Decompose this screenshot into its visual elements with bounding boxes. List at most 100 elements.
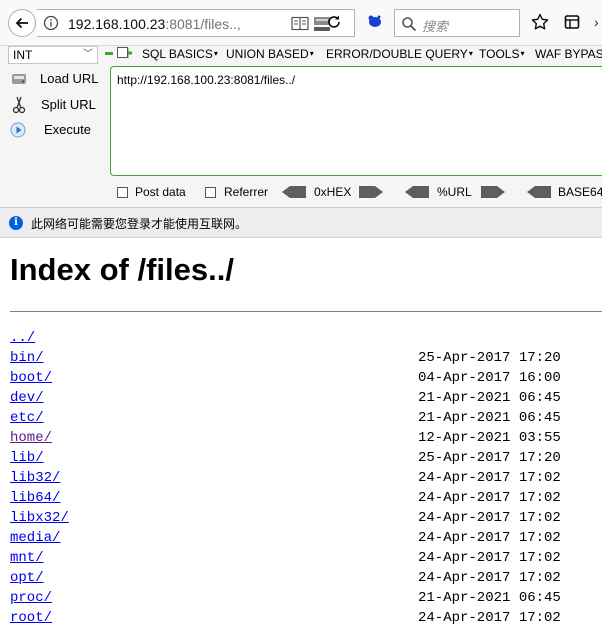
library-icon[interactable]: [564, 14, 580, 30]
int-select[interactable]: INT ﹀: [8, 46, 98, 64]
modified-date: 21-Apr-2021 06:45: [418, 590, 561, 606]
list-item: home/12-Apr-2021 03:55: [10, 430, 602, 450]
base64-label: BASE64: [558, 185, 602, 199]
url-text[interactable]: 192.168.100.23:8081/files..,: [68, 16, 241, 32]
modified-date: 24-Apr-2017 17:02: [418, 510, 561, 526]
list-item: proc/21-Apr-2021 06:45: [10, 590, 602, 610]
list-item: root/24-Apr-2017 17:02: [10, 610, 602, 630]
directory-link[interactable]: boot/: [10, 370, 52, 386]
url-bar[interactable]: 192.168.100.23:8081/files..,: [37, 9, 355, 37]
list-item: lib64/24-Apr-2017 17:02: [10, 490, 602, 510]
play-icon: [10, 122, 26, 138]
directory-link[interactable]: etc/: [10, 410, 44, 426]
search-box[interactable]: 搜索: [394, 9, 520, 37]
directory-link[interactable]: lib32/: [10, 470, 60, 486]
post-data-checkbox-box[interactable]: [117, 187, 128, 198]
menu-tools[interactable]: TOOLS▾: [479, 47, 524, 61]
directory-link[interactable]: ../: [10, 330, 35, 346]
page-title: Index of /files../: [10, 252, 234, 287]
reader-view-icon[interactable]: [291, 16, 309, 31]
reload-icon[interactable]: [326, 14, 342, 30]
list-item: dev/21-Apr-2021 06:45: [10, 390, 602, 410]
menu-error-double-query[interactable]: ERROR/DOUBLE QUERY▾: [326, 47, 473, 61]
bookmark-star-icon[interactable]: [531, 13, 549, 31]
split-url-label: Split URL: [41, 97, 96, 112]
chevron-down-icon: ﹀: [83, 49, 93, 60]
modified-date: 24-Apr-2017 17:02: [418, 530, 561, 546]
list-item: lib/25-Apr-2017 17:20: [10, 450, 602, 470]
directory-link[interactable]: opt/: [10, 570, 44, 586]
url-textarea[interactable]: http://192.168.100.23:8081/files../: [110, 66, 602, 176]
directory-link[interactable]: proc/: [10, 590, 52, 606]
info-icon: i: [9, 216, 23, 230]
load-url-label: Load URL: [40, 71, 99, 86]
referrer-label: Referrer: [224, 185, 269, 199]
list-item: bin/25-Apr-2017 17:20: [10, 350, 602, 370]
list-item: lib32/24-Apr-2017 17:02: [10, 470, 602, 490]
extension-icon[interactable]: [366, 13, 384, 29]
search-placeholder: 搜索: [422, 19, 449, 34]
directory-listing: ../bin/25-Apr-2017 17:20 boot/04-Apr-2017…: [10, 330, 602, 630]
url-encode-arrow-icon[interactable]: [481, 186, 505, 198]
directory-link[interactable]: mnt/: [10, 550, 44, 566]
modified-date: 04-Apr-2017 16:00: [418, 370, 561, 386]
modified-date: 24-Apr-2017 17:02: [418, 550, 561, 566]
modified-date: 24-Apr-2017 17:02: [418, 490, 561, 506]
directory-link[interactable]: bin/: [10, 350, 44, 366]
dropdown-arrow-icon: ▾: [309, 49, 314, 58]
site-info-icon[interactable]: [43, 15, 59, 31]
list-item: opt/24-Apr-2017 17:02: [10, 570, 602, 590]
notification-message: 此网络可能需要您登录才能使用互联网。: [31, 217, 248, 231]
menu-tools-label: TOOLS: [479, 47, 520, 61]
url-path: :8081/files..,: [165, 16, 241, 32]
directory-link[interactable]: lib/: [10, 450, 44, 466]
post-data-label: Post data: [135, 185, 186, 199]
load-url-icon: [12, 74, 26, 84]
menu-union-based[interactable]: UNION BASED▾: [226, 47, 314, 61]
navigation-bar: 192.168.100.23:8081/files.., 搜索 ›: [0, 0, 602, 46]
menu-waf-bypass[interactable]: WAF BYPASS: [535, 47, 602, 61]
base64-decode-arrow-icon[interactable]: [527, 186, 551, 198]
list-item: mnt/24-Apr-2017 17:02: [10, 550, 602, 570]
minus-icon[interactable]: [105, 52, 113, 55]
modified-date: 24-Apr-2017 17:02: [418, 610, 561, 626]
search-icon: [402, 17, 417, 32]
directory-link[interactable]: root/: [10, 610, 52, 626]
url-encode-label: %URL: [437, 185, 472, 199]
dropdown-arrow-icon: ▾: [520, 49, 525, 58]
url-textarea-value: http://192.168.100.23:8081/files../: [117, 73, 296, 87]
directory-link[interactable]: libx32/: [10, 510, 69, 526]
list-item: boot/04-Apr-2017 16:00: [10, 370, 602, 390]
notification-bar: i 此网络可能需要您登录才能使用互联网。: [0, 208, 602, 238]
menu-sql-basics[interactable]: SQL BASICS▾: [142, 47, 218, 61]
hex-label: 0xHEX: [314, 185, 352, 199]
modified-date: 21-Apr-2021 06:45: [418, 410, 561, 426]
list-item: media/24-Apr-2017 17:02: [10, 530, 602, 550]
list-item: ../: [10, 330, 602, 350]
directory-link[interactable]: lib64/: [10, 490, 60, 506]
url-decode-arrow-icon[interactable]: [405, 186, 429, 198]
hex-decode-arrow-icon[interactable]: [282, 186, 306, 198]
dropdown-arrow-icon: ▾: [213, 49, 218, 58]
execute-label: Execute: [44, 122, 91, 137]
directory-link[interactable]: dev/: [10, 390, 44, 406]
referrer-checkbox[interactable]: [205, 187, 216, 198]
directory-link[interactable]: home/: [10, 430, 52, 446]
menu-union-based-label: UNION BASED: [226, 47, 309, 61]
int-select-value: INT: [13, 48, 33, 62]
url-host: 192.168.100.23: [68, 16, 166, 32]
overflow-chevron-icon[interactable]: ›: [594, 14, 599, 30]
back-button[interactable]: [8, 9, 36, 37]
modified-date: 12-Apr-2021 03:55: [418, 430, 561, 446]
menu-sql-basics-label: SQL BASICS: [142, 47, 213, 61]
hackbar-panel: INT ﹀ SQL BASICS▾ UNION BASED▾ ERROR/DOU…: [0, 46, 602, 208]
modified-date: 24-Apr-2017 17:02: [418, 470, 561, 486]
back-arrow-icon: [15, 17, 28, 29]
post-data-checkbox[interactable]: [117, 47, 128, 58]
hex-encode-arrow-icon[interactable]: [359, 186, 383, 198]
directory-link[interactable]: media/: [10, 530, 60, 546]
modified-date: 25-Apr-2017 17:20: [418, 450, 561, 466]
scissors-icon: [12, 96, 26, 114]
list-item: libx32/24-Apr-2017 17:02: [10, 510, 602, 530]
list-item: etc/21-Apr-2021 06:45: [10, 410, 602, 430]
